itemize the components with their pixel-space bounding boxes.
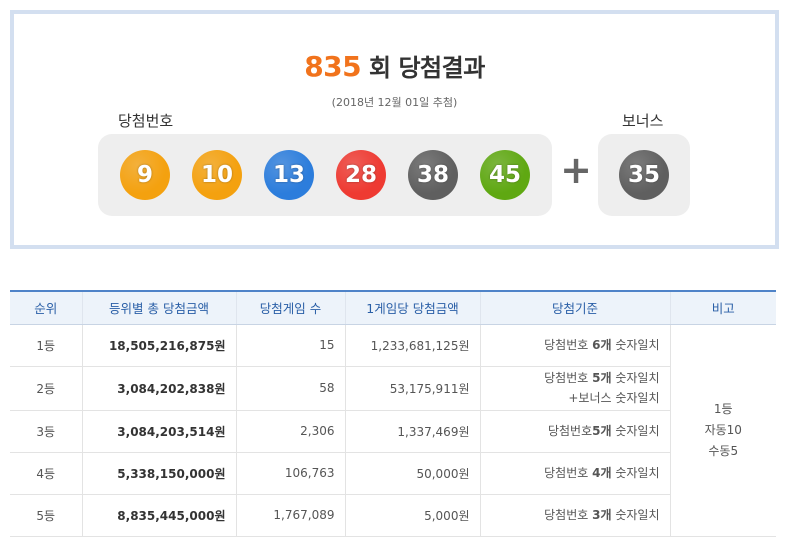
table-row: 5등 8,835,445,000원 1,767,089 5,000원 당첨번호 …	[10, 494, 776, 537]
winner-count-cell: 58	[235, 366, 345, 411]
table-row: 3등 3,084,203,514원 2,306 1,337,469원 당첨번호5…	[10, 410, 776, 453]
header-note: 비고	[669, 290, 776, 325]
number-ball: 9	[120, 150, 170, 200]
rank-cell: 4등	[10, 452, 82, 495]
winner-count-cell: 1,767,089	[235, 494, 345, 537]
winner-count-cell: 106,763	[235, 452, 345, 495]
total-prize-cell: 18,505,216,875원	[81, 324, 236, 367]
winning-numbers-label: 당첨번호	[118, 112, 174, 130]
header-rank: 순위	[10, 290, 82, 325]
rank-cell: 3등	[10, 410, 82, 453]
header-criteria: 당첨기준	[479, 290, 670, 325]
criteria-cell: 당첨번호 4개 숫자일치	[479, 452, 670, 495]
table-row: 1등 18,505,216,875원 15 1,233,681,125원 당첨번…	[10, 324, 776, 537]
table-header-row: 순위 등위별 총 당첨금액 당첨게임 수 1게임당 당첨금액 당첨기준 비고	[10, 290, 776, 325]
winning-numbers-panel: 9 10 13 28 38 45	[98, 134, 552, 216]
rank-cell: 1등	[10, 324, 82, 367]
total-prize-cell: 8,835,445,000원	[81, 494, 236, 537]
bonus-label: 보너스	[622, 112, 664, 130]
table-row: 4등 5,338,150,000원 106,763 50,000원 당첨번호 4…	[10, 452, 776, 495]
number-ball: 38	[408, 150, 458, 200]
criteria-cell: 당첨번호 6개 숫자일치	[479, 324, 670, 367]
criteria-cell: 당첨번호5개 숫자일치	[479, 410, 670, 453]
prize-per-game-cell: 50,000원	[344, 452, 480, 495]
note-line: 1등	[713, 401, 733, 416]
criteria-cell: 당첨번호 3개 숫자일치	[479, 494, 670, 537]
winner-count-cell: 2,306	[235, 410, 345, 453]
number-ball: 45	[480, 150, 530, 200]
title-suffix: 회 당첨결과	[369, 54, 485, 82]
plus-icon: +	[560, 148, 592, 192]
rank-cell: 5등	[10, 494, 82, 537]
number-ball: 28	[336, 150, 386, 200]
prize-per-game-cell: 1,337,469원	[344, 410, 480, 453]
bonus-ball: 35	[619, 150, 669, 200]
bonus-number-panel: 35	[598, 134, 690, 216]
rank-cell: 2등	[10, 366, 82, 411]
header-winner-count: 당첨게임 수	[235, 290, 345, 325]
table-row: 2등 3,084,202,838원 58 53,175,911원 당첨번호 5개…	[10, 366, 776, 411]
number-ball: 13	[264, 150, 314, 200]
header-total-prize: 등위별 총 당첨금액	[81, 290, 236, 325]
prize-per-game-cell: 53,175,911원	[344, 366, 480, 411]
total-prize-cell: 5,338,150,000원	[81, 452, 236, 495]
note-line: 자동10	[704, 422, 742, 437]
note-line: 수동5	[708, 443, 739, 458]
total-prize-cell: 3,084,203,514원	[81, 410, 236, 453]
prize-per-game-cell: 1,233,681,125원	[344, 324, 480, 367]
draw-date: (2018년 12월 01일 추첨)	[331, 96, 458, 109]
round-number: 835	[304, 50, 362, 83]
number-ball: 10	[192, 150, 242, 200]
header-prize-per-game: 1게임당 당첨금액	[344, 290, 480, 325]
winner-count-cell: 15	[235, 324, 345, 367]
total-prize-cell: 3,084,202,838원	[81, 366, 236, 411]
page-title: 835 회 당첨결과	[14, 48, 775, 83]
prize-per-game-cell: 5,000원	[344, 494, 480, 537]
draw-result-panel: 835 회 당첨결과 (2018년 12월 01일 추첨) 당첨번호 보너스 9…	[10, 10, 779, 249]
prize-table: 순위 등위별 총 당첨금액 당첨게임 수 1게임당 당첨금액 당첨기준 비고 1…	[10, 290, 776, 537]
note-cell: 1등 자동10 수동5	[669, 324, 776, 537]
criteria-cell: 당첨번호 5개 숫자일치 +보너스 숫자일치	[479, 366, 670, 411]
